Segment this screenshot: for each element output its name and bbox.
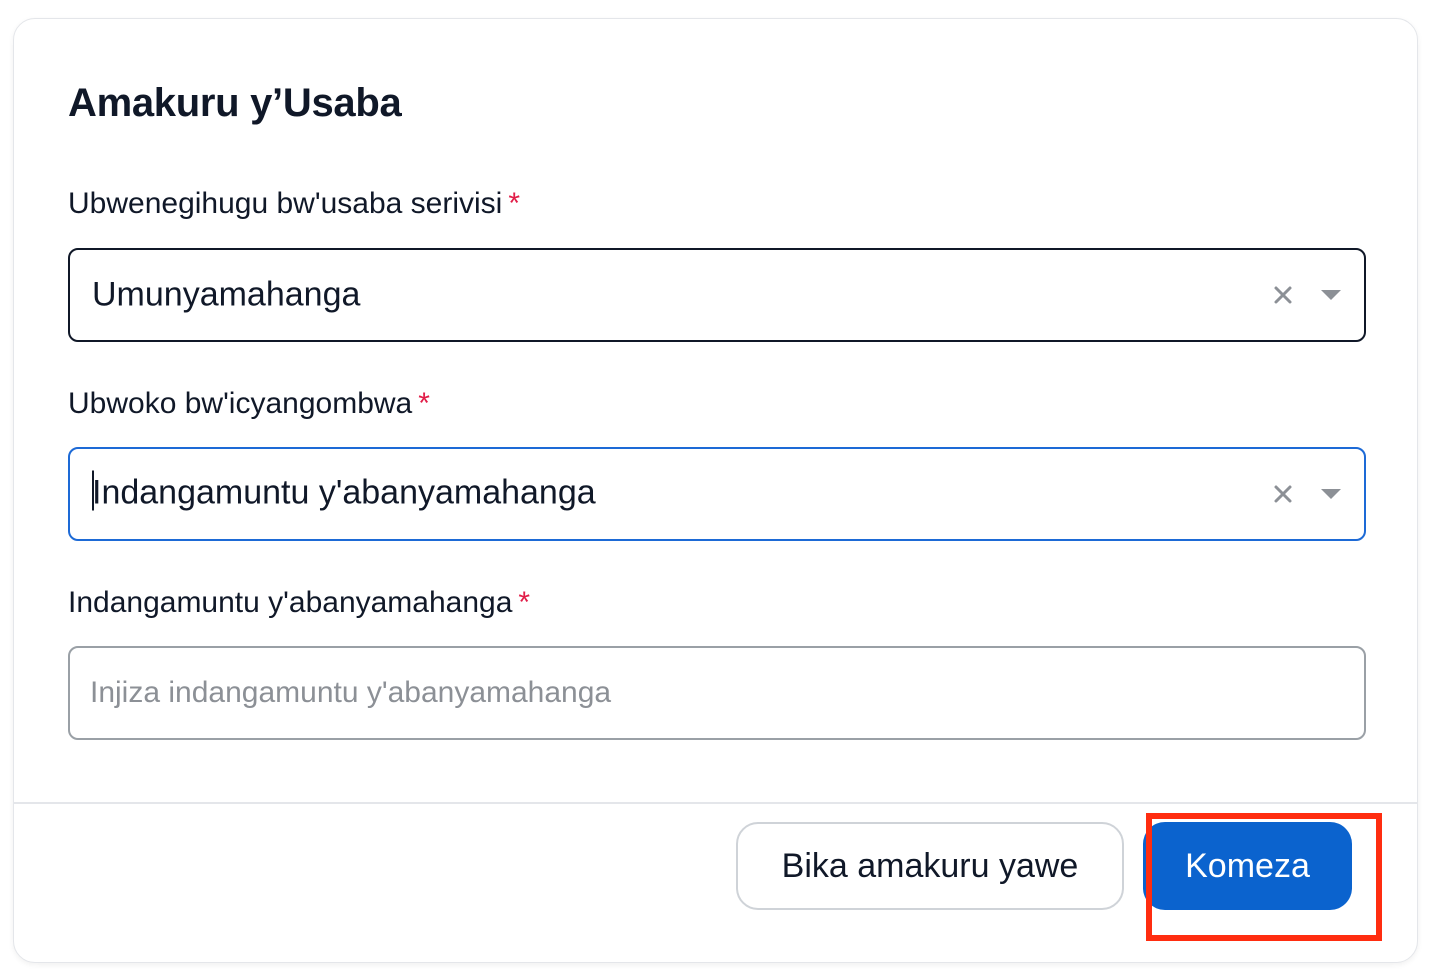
document-type-select[interactable]: Indangamuntu y'abanyamahanga — [68, 447, 1366, 541]
save-draft-button[interactable]: Bika amakuru yawe — [736, 822, 1124, 910]
text-cursor — [92, 470, 94, 511]
required-marker: * — [418, 387, 430, 420]
foreign-id-label: Indangamuntu y'abanyamahanga * — [68, 586, 530, 620]
footer-divider — [14, 802, 1417, 804]
document-type-label-text: Ubwoko bw'icyangombwa — [68, 387, 413, 420]
nationality-label-text: Ubwenegihugu bw'usaba serivisi — [68, 187, 503, 220]
foreign-id-label-text: Indangamuntu y'abanyamahanga — [68, 586, 513, 619]
nationality-label: Ubwenegihugu bw'usaba serivisi * — [68, 187, 520, 221]
continue-button[interactable]: Komeza — [1143, 822, 1352, 910]
required-marker: * — [508, 187, 520, 220]
required-marker: * — [518, 586, 531, 619]
foreign-id-input[interactable] — [90, 648, 1340, 738]
nationality-select[interactable]: Umunyamahanga — [68, 248, 1366, 342]
chevron-down-icon[interactable] — [1320, 288, 1342, 302]
chevron-down-icon[interactable] — [1320, 487, 1342, 501]
document-type-value-text: Indangamuntu y'abanyamahanga — [92, 473, 596, 512]
nationality-selected-value: Umunyamahanga — [92, 275, 361, 314]
document-type-label: Ubwoko bw'icyangombwa * — [68, 387, 430, 421]
page-title: Amakuru y’Usaba — [68, 81, 402, 125]
foreign-id-input-wrapper — [68, 646, 1366, 740]
document-type-selected-value: Indangamuntu y'abanyamahanga — [92, 470, 596, 514]
close-icon[interactable] — [1272, 483, 1294, 505]
close-icon[interactable] — [1272, 284, 1294, 306]
